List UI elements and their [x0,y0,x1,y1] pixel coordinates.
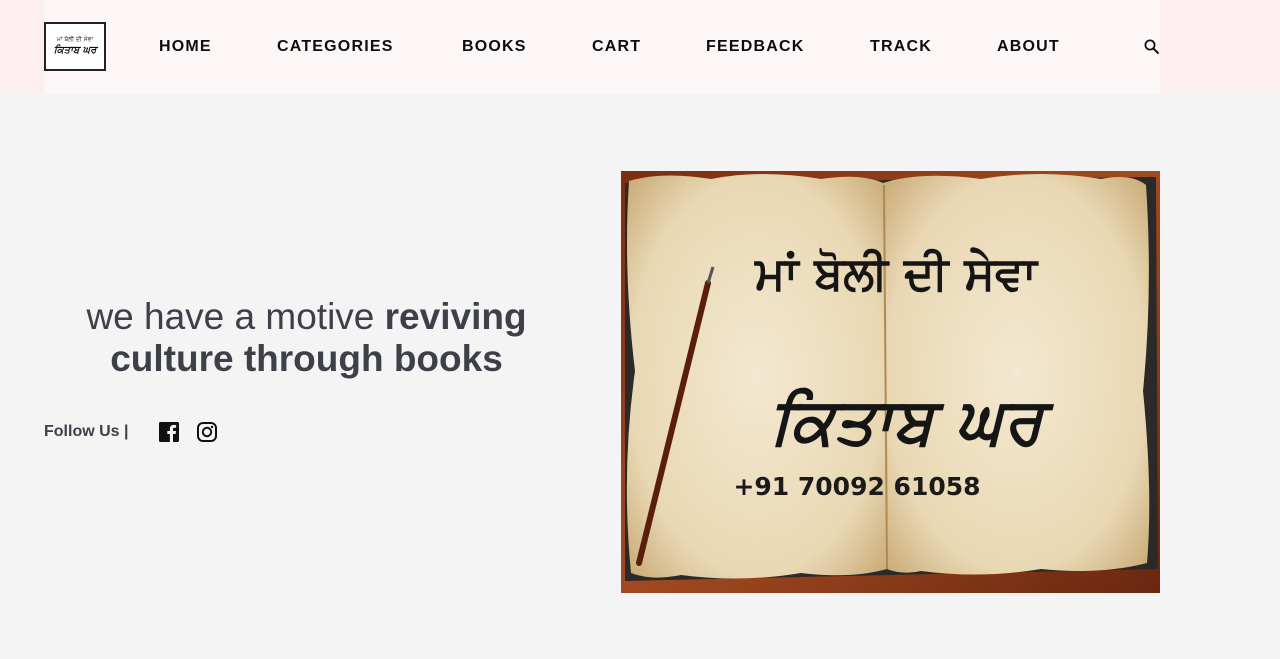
hero-tagline: we have a motive reviving culture throug… [44,296,569,380]
hero-book-image: ਮਾਂ ਬੋਲੀ ਦੀ ਸੇਵਾ ਕਿਤਾਬ ਘਰ +91 70092 6105… [621,171,1160,593]
nav-feedback[interactable]: FEEDBACK [706,37,805,57]
logo-title: ਕਿਤਾਬ ਘਰ [53,44,97,56]
tagline-bold-2: culture through books [110,338,503,379]
nav-track[interactable]: TRACK [870,37,932,57]
image-line-1: ਮਾਂ ਬੋਲੀ ਦੀ ਸੇਵਾ [753,246,1039,300]
instagram-icon[interactable] [196,421,218,443]
tagline-plain: we have a motive [86,296,385,337]
nav-books[interactable]: BOOKS [462,37,527,57]
left-page [626,174,887,579]
nav-home[interactable]: HOME [159,37,212,57]
nav-categories[interactable]: CATEGORIES [277,37,394,57]
search-icon[interactable] [1143,38,1161,56]
nav-about[interactable]: ABOUT [997,37,1060,57]
right-page [883,174,1150,575]
site-logo[interactable]: ਮਾਂ ਬੋਲੀ ਦੀ ਸੇਵਾ ਕਿਤਾਬ ਘਰ [44,22,106,71]
book-illustration: ਮਾਂ ਬੋਲੀ ਦੀ ਸੇਵਾ ਕਿਤਾਬ ਘਰ +91 70092 6105… [621,171,1160,593]
tagline-bold-1: reviving [384,296,527,337]
nav-cart[interactable]: CART [592,37,641,57]
image-line-2: ਕਿਤਾਬ ਘਰ [769,385,1054,459]
facebook-icon[interactable] [158,421,180,443]
logo-tagline: ਮਾਂ ਬੋਲੀ ਦੀ ਸੇਵਾ [56,35,94,43]
image-phone: +91 70092 61058 [733,472,980,501]
follow-us-label: Follow Us | [44,423,129,440]
